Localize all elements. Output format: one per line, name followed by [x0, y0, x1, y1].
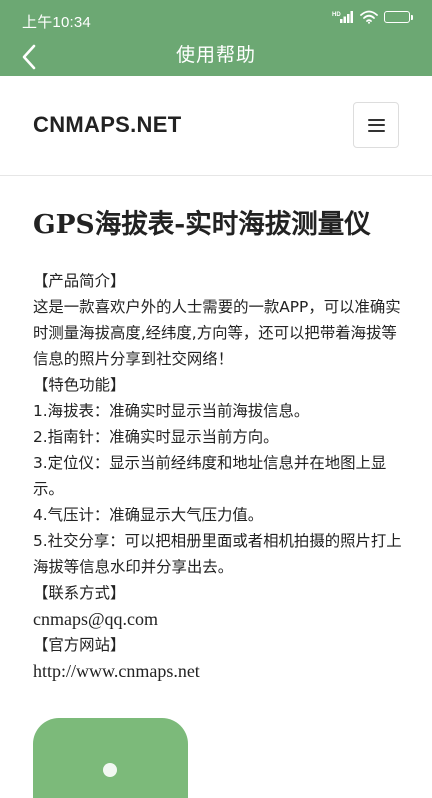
app-icon-image	[33, 718, 188, 798]
hamburger-menu-icon	[367, 118, 385, 132]
feature-item: 1.海拔表：准确实时显示当前海拔信息。	[33, 402, 310, 420]
status-time: 上午10:34	[22, 14, 91, 31]
feature-item: 4.气压计：准确显示大气压力值。	[33, 506, 264, 524]
app-title: 使用帮助	[175, 44, 256, 66]
section-heading-intro: 【产品简介】	[33, 272, 126, 290]
svg-text:HD: HD	[332, 12, 341, 18]
intro-paragraph: 这是一款喜欢户外的人士需要的一款APP，可以准确实时测量海拔高度,经纬度,方向等…	[33, 298, 401, 368]
article: GPS海拔表-实时海拔测量仪 【产品简介】 这是一款喜欢户外的人士需要的一款AP…	[33, 202, 403, 684]
app-bar: 使用帮助	[0, 38, 432, 76]
section-heading-contact: 【联系方式】	[33, 584, 126, 602]
website-link[interactable]: http://www.cnmaps.net	[33, 658, 403, 684]
article-body: 【产品简介】 这是一款喜欢户外的人士需要的一款APP，可以准确实时测量海拔高度,…	[33, 268, 403, 684]
feature-item: 2.指南针：准确实时显示当前方向。	[33, 428, 279, 446]
article-title: GPS海拔表-实时海拔测量仪	[33, 209, 371, 240]
menu-button[interactable]	[353, 102, 399, 148]
site-logo[interactable]: CNMAPS.NET	[33, 112, 181, 138]
section-heading-website: 【官方网站】	[33, 636, 126, 654]
cell-signal-icon: HD	[332, 11, 353, 23]
wifi-icon	[360, 10, 378, 24]
battery-level: 99	[392, 11, 402, 20]
site-header: CNMAPS.NET	[0, 76, 432, 176]
battery-icon: 99	[384, 11, 413, 23]
status-icons: HD 99	[332, 10, 413, 24]
feature-item: 5.社交分享：可以把相册里面或者相机拍摄的照片打上海拔等信息水印并分享出去。	[33, 532, 402, 576]
app-icon-dot	[103, 763, 117, 777]
status-bar: 上午10:34 HD 99	[0, 0, 432, 38]
section-heading-features: 【特色功能】	[33, 376, 126, 394]
feature-item: 3.定位仪：显示当前经纬度和地址信息并在地图上显示。	[33, 454, 387, 498]
contact-email[interactable]: cnmaps@qq.com	[33, 606, 403, 632]
